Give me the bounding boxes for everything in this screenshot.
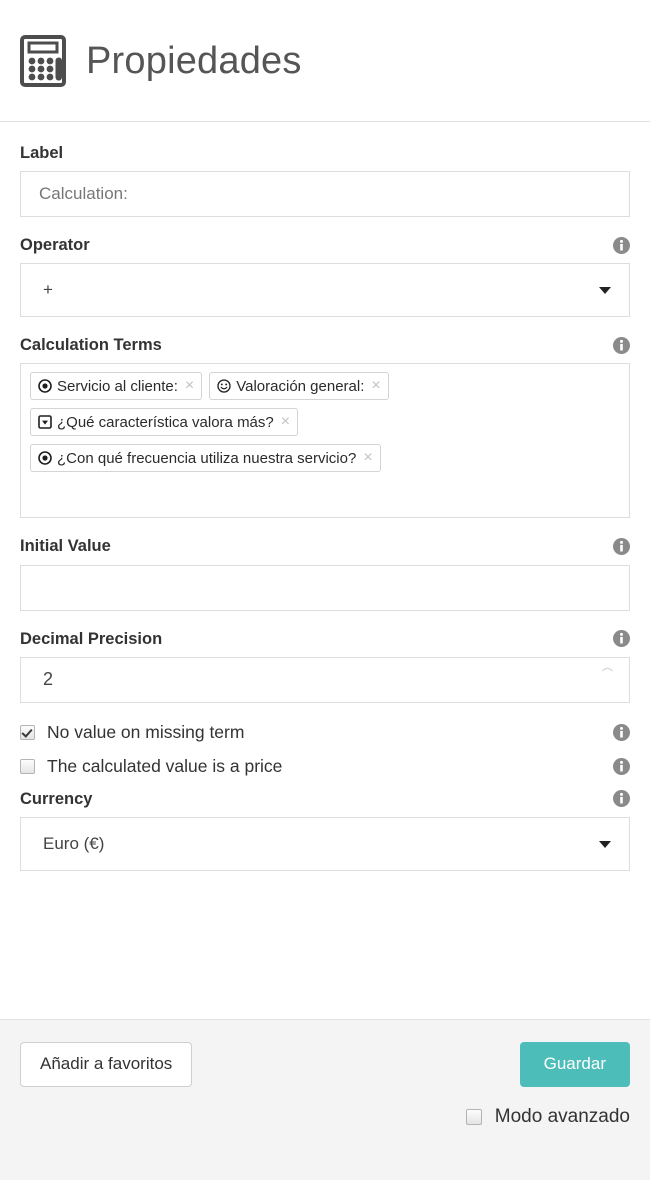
field-decimal-precision-title: Decimal Precision <box>20 629 163 648</box>
field-currency: Currency Euro (€) <box>20 790 630 871</box>
close-icon[interactable]: × <box>363 450 372 466</box>
field-label-title: Label <box>20 144 64 162</box>
currency-select[interactable]: Euro (€) <box>20 816 630 871</box>
operator-select[interactable]: + <box>20 263 630 318</box>
save-button[interactable]: Guardar <box>519 1042 630 1087</box>
field-initial-value-head: Initial Value <box>20 537 630 555</box>
info-icon[interactable] <box>613 723 630 741</box>
calculation-term-tag[interactable]: Valoración general: × <box>209 372 389 401</box>
tag-label: Valoración general: <box>236 377 365 395</box>
checkbox-no-value[interactable] <box>20 724 35 740</box>
close-icon[interactable]: × <box>185 378 194 394</box>
info-icon[interactable] <box>613 236 630 254</box>
info-icon[interactable] <box>613 630 630 648</box>
tag-row-1: Servicio al cliente: × Valoración genera… <box>30 372 621 408</box>
tag-label: ¿Qué característica valora más? <box>57 413 274 431</box>
field-calculation-terms: Calculation Terms Servicio al cliente: × <box>20 336 630 519</box>
field-label: Label Calculation: <box>20 144 630 218</box>
field-decimal-precision-head: Decimal Precision <box>20 630 630 648</box>
calculation-terms-box[interactable]: Servicio al cliente: × Valoración genera… <box>20 363 630 519</box>
decimal-precision-input[interactable]: 2 <box>20 656 630 703</box>
label-input[interactable]: Calculation: <box>20 171 630 218</box>
close-icon[interactable]: × <box>281 414 290 430</box>
tag-label: Servicio al cliente: <box>57 377 178 395</box>
field-operator: Operator + <box>20 236 630 318</box>
checkbox-row-no-value: No value on missing term <box>20 722 630 743</box>
chevron-down-icon <box>599 287 611 295</box>
checkbox-is-price-label: The calculated value is a price <box>47 755 283 776</box>
field-initial-value-title: Initial Value <box>20 537 111 556</box>
checkbox-is-price[interactable] <box>20 758 35 774</box>
initial-value-input[interactable] <box>20 564 630 611</box>
smiley-face-icon <box>217 379 231 394</box>
checkbox-no-value-label: No value on missing term <box>47 721 245 742</box>
calculator-icon <box>20 34 66 87</box>
advanced-mode-row: Modo avanzado <box>20 1106 630 1128</box>
tag-row-2: ¿Qué característica valora más? × <box>30 408 621 444</box>
checkbox-no-value-group[interactable]: No value on missing term <box>20 722 244 743</box>
add-to-favorites-button[interactable]: Añadir a favoritos <box>20 1042 193 1087</box>
checkbox-row-is-price: The calculated value is a price <box>20 756 630 777</box>
calculation-term-tag[interactable]: ¿Con qué frecuencia utiliza nuestra serv… <box>30 444 381 473</box>
info-icon[interactable] <box>613 537 630 555</box>
field-operator-title: Operator <box>20 236 90 255</box>
spinner-up-icon[interactable] <box>601 665 614 673</box>
info-icon[interactable] <box>613 336 630 354</box>
close-icon[interactable]: × <box>371 378 380 394</box>
page-header: Propiedades <box>0 0 650 122</box>
radio-button-icon <box>38 451 52 466</box>
checkbox-advanced-mode-label: Modo avanzado <box>494 1105 630 1127</box>
page-footer: Añadir a favoritos Guardar Modo avanzado <box>0 1019 650 1180</box>
field-calculation-terms-title: Calculation Terms <box>20 336 162 355</box>
footer-actions: Añadir a favoritos Guardar <box>20 1042 630 1087</box>
field-label-head: Label <box>20 144 630 162</box>
field-decimal-precision: Decimal Precision 2 <box>20 630 630 703</box>
field-currency-head: Currency <box>20 790 630 808</box>
tag-label: ¿Con qué frecuencia utiliza nuestra serv… <box>57 449 357 467</box>
properties-form: Label Calculation: Operator + Calculatio… <box>0 122 650 1019</box>
chevron-down-icon <box>599 840 611 848</box>
info-icon[interactable] <box>613 757 630 775</box>
field-initial-value: Initial Value <box>20 537 630 611</box>
info-icon[interactable] <box>613 790 630 808</box>
currency-select-value: Euro (€) <box>43 833 105 853</box>
calculation-term-tag[interactable]: Servicio al cliente: × <box>30 372 203 401</box>
dropdown-select-icon <box>38 415 52 430</box>
checkbox-advanced-mode[interactable] <box>465 1108 482 1125</box>
checkbox-is-price-group[interactable]: The calculated value is a price <box>20 756 282 777</box>
decimal-precision-wrap: 2 <box>20 656 630 703</box>
tag-row-3: ¿Con qué frecuencia utiliza nuestra serv… <box>30 444 621 480</box>
radio-button-icon <box>38 379 52 394</box>
field-operator-head: Operator <box>20 236 630 254</box>
field-calculation-terms-head: Calculation Terms <box>20 336 630 354</box>
calculation-term-tag[interactable]: ¿Qué característica valora más? × <box>30 408 299 437</box>
operator-select-value: + <box>43 280 53 300</box>
field-currency-title: Currency <box>20 789 93 808</box>
page-title: Propiedades <box>86 39 302 82</box>
